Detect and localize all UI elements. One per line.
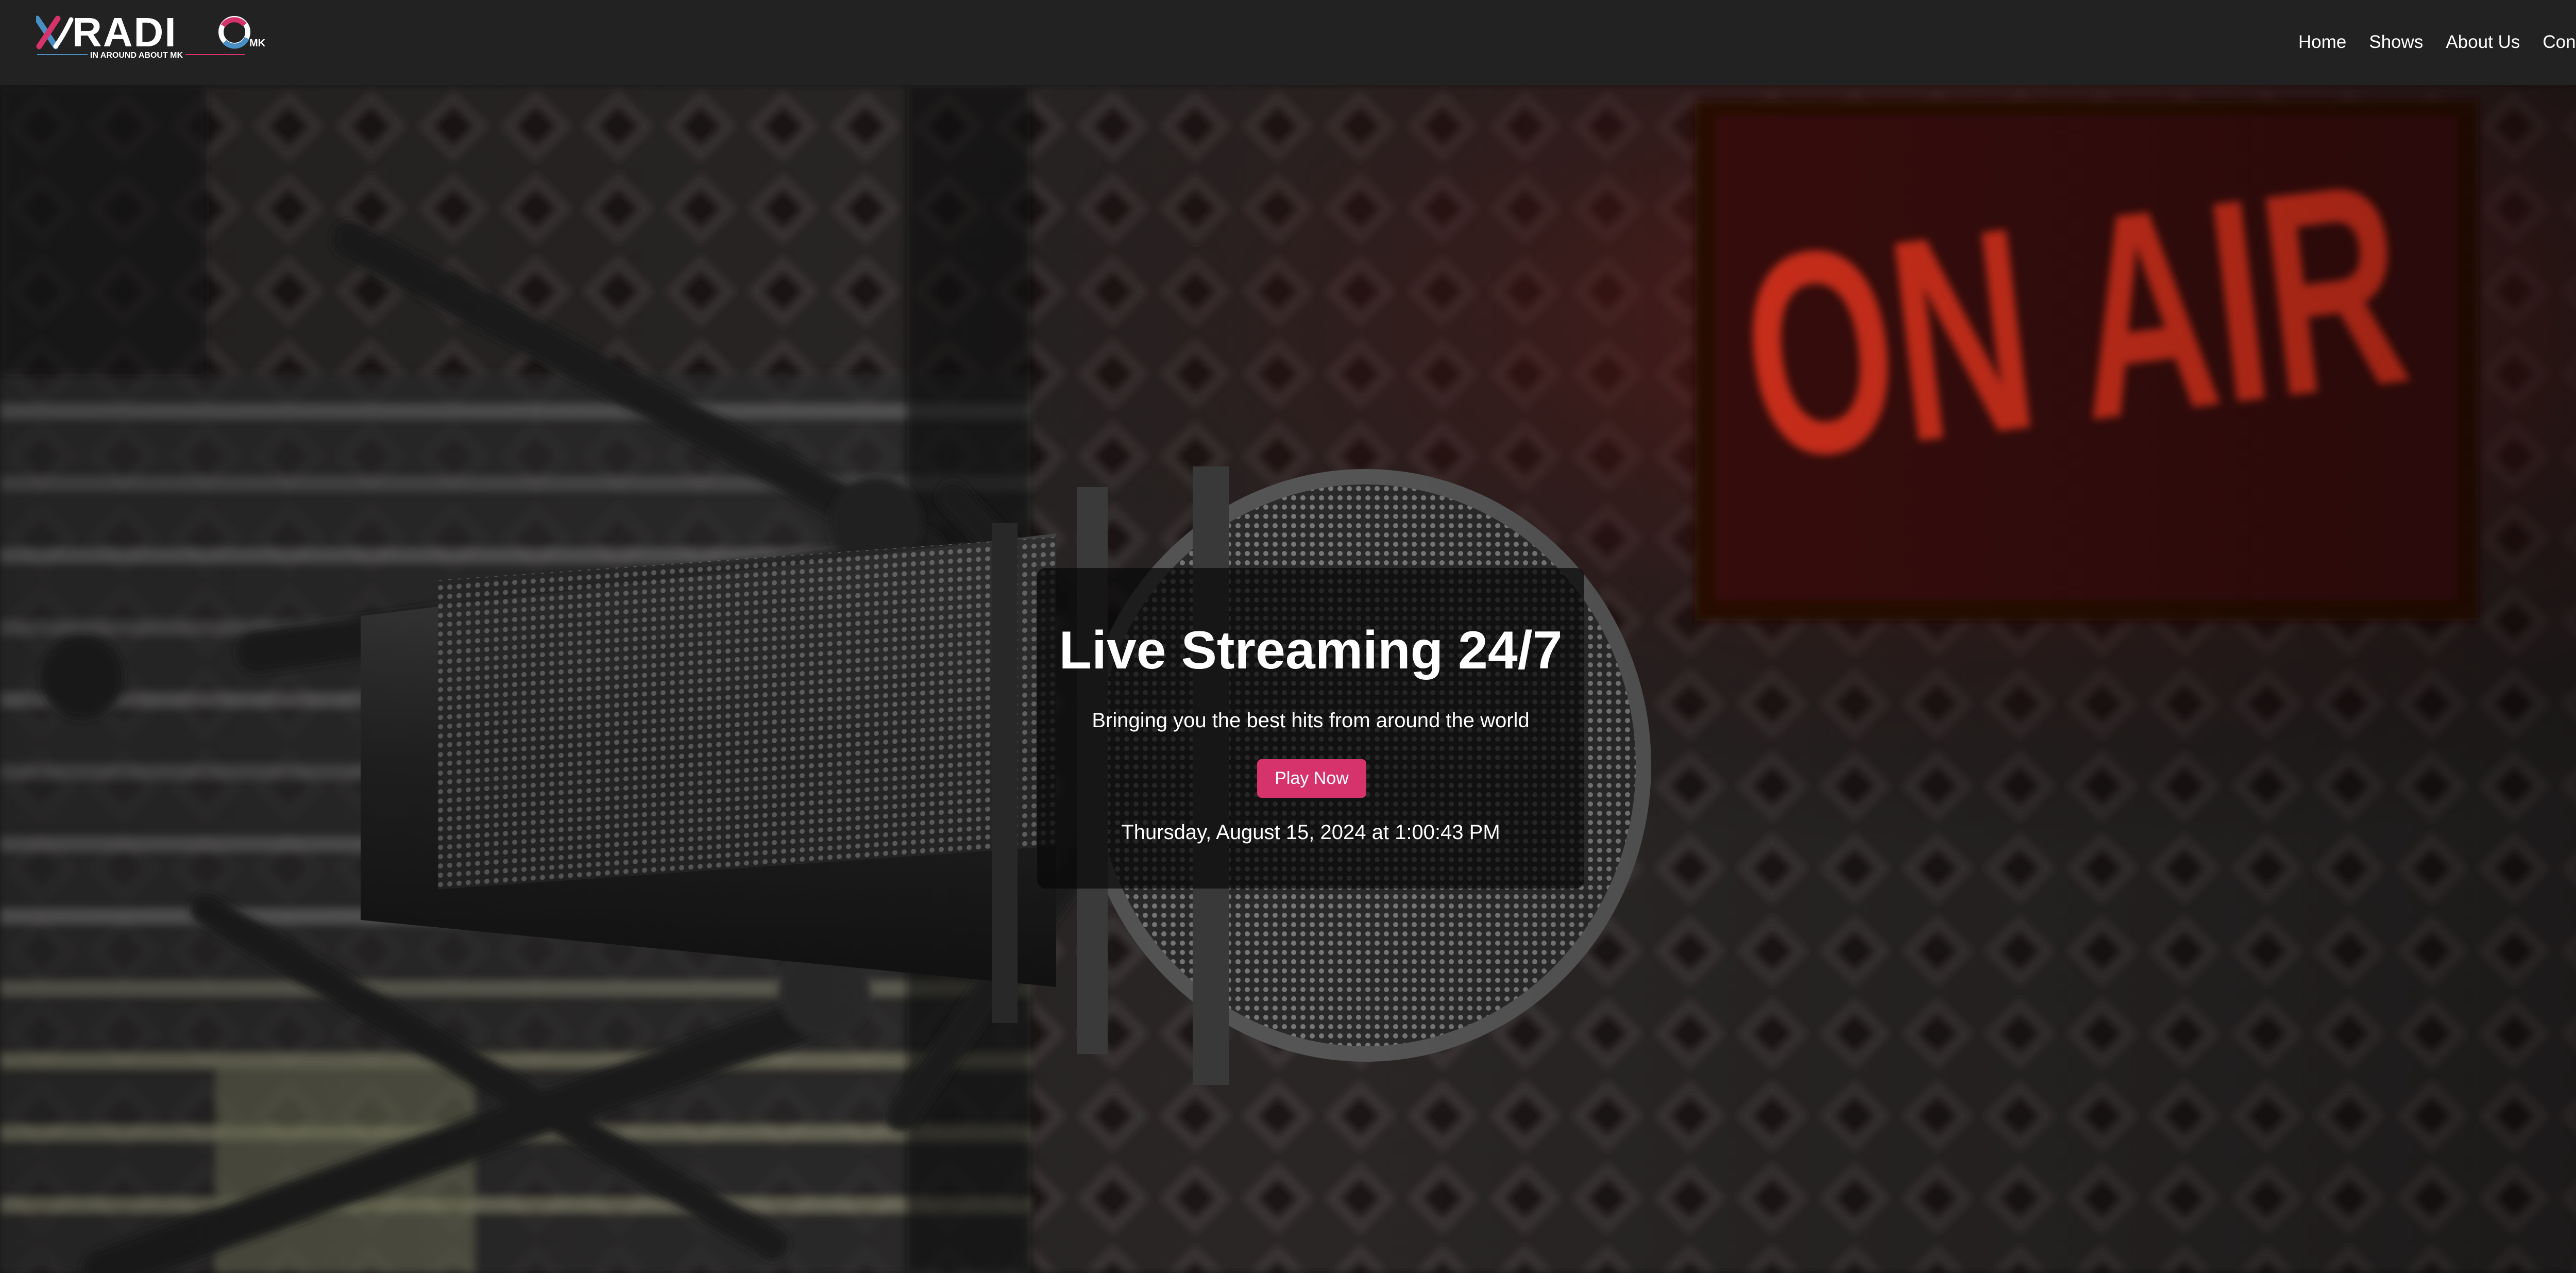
hero-title: Live Streaming 24/7 [1059,621,1563,680]
nav-contact-link[interactable]: Contact [2543,32,2576,53]
top-navbar: RADI MK IN AROUND ABOUT MK Home Shows Ab… [0,0,2576,85]
xradio-logo[interactable]: RADI MK IN AROUND ABOUT MK [36,13,268,65]
svg-text:IN AROUND ABOUT MK: IN AROUND ABOUT MK [90,51,183,60]
hero-section: ON AIR Live Streaming 24/7 Bringing you … [0,85,2576,1273]
nav-home-link[interactable]: Home [2298,32,2346,53]
svg-text:RADI: RADI [72,13,177,55]
nav-shows-link[interactable]: Shows [2369,32,2423,53]
current-datetime: Thursday, August 15, 2024 at 1:00:43 PM [1121,821,1500,844]
svg-text:MK: MK [249,38,266,49]
main-nav: Home Shows About Us Contact [2298,27,2576,58]
nav-about-us-link[interactable]: About Us [2446,32,2520,53]
play-now-button[interactable]: Play Now [1257,759,1366,798]
hero-subtitle: Bringing you the best hits from around t… [1092,709,1530,732]
live-stream-card: Live Streaming 24/7 Bringing you the bes… [1037,568,1584,889]
